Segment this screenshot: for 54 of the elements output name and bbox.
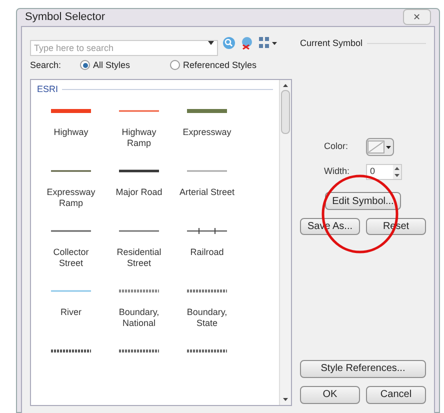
- symbol-item[interactable]: Collector Street: [37, 224, 105, 284]
- symbol-label: Boundary, National: [118, 306, 160, 328]
- radio-button[interactable]: [80, 60, 90, 70]
- close-button[interactable]: ✕: [403, 9, 431, 26]
- search-icon[interactable]: [222, 36, 236, 50]
- style-references-button[interactable]: Style References...: [300, 360, 426, 378]
- search-label: Search:: [30, 58, 62, 72]
- scroll-up-icon[interactable]: [283, 84, 288, 87]
- group-heading: ESRI: [37, 83, 58, 96]
- caret-icon: [386, 146, 391, 148]
- symbol-label: River: [59, 306, 82, 318]
- scrollbar[interactable]: [279, 80, 291, 404]
- width-label: Width:: [324, 165, 351, 178]
- symbol-item[interactable]: Highway: [37, 104, 105, 164]
- symbol-label: Residential Street: [116, 246, 162, 268]
- symbol-item[interactable]: Railroad: [173, 224, 241, 284]
- symbol-item[interactable]: Major Road: [105, 164, 173, 224]
- view-grid-icon[interactable]: [258, 36, 278, 50]
- section-heading: Current Symbol: [300, 36, 363, 50]
- color-label: Color:: [324, 140, 350, 154]
- color-picker-button[interactable]: [366, 138, 394, 156]
- search-field[interactable]: Type here to search: [30, 40, 218, 56]
- symbol-item[interactable]: Highway Ramp: [105, 104, 173, 164]
- radio-label: Referenced Styles: [183, 58, 257, 72]
- symbol-label: Boundary, State: [186, 306, 228, 328]
- spinner-icon[interactable]: [393, 165, 401, 179]
- symbol-label: Highway: [52, 126, 90, 138]
- window-title: Symbol Selector: [25, 10, 106, 25]
- symbol-label: Highway Ramp: [120, 126, 158, 148]
- symbol-item[interactable]: Residential Street: [105, 224, 173, 284]
- dialog-button[interactable]: Cancel: [366, 386, 426, 404]
- width-value: 0: [370, 165, 376, 178]
- symbol-label: Collector Street: [52, 246, 90, 268]
- scroll-down-icon[interactable]: [283, 398, 288, 400]
- radio-button[interactable]: [170, 60, 180, 70]
- edit-symbol-button[interactable]: Edit Symbol...: [325, 192, 401, 210]
- symbol-item[interactable]: Arterial Street: [173, 164, 241, 224]
- symbol-item[interactable]: Expressway: [173, 104, 241, 164]
- scroll-thumb[interactable]: [281, 90, 290, 134]
- symbol-item[interactable]: Expressway Ramp: [37, 164, 105, 224]
- dropdown-caret-icon[interactable]: [208, 40, 214, 44]
- symbol-label: Major Road: [114, 186, 164, 198]
- symbol-item[interactable]: Boundary, National: [105, 284, 173, 344]
- radio-label: All Styles: [93, 58, 130, 72]
- symbol-label: Arterial Street: [178, 186, 236, 198]
- symbol-item[interactable]: Boundary, State: [173, 284, 241, 344]
- symbol-label: Railroad: [189, 246, 225, 258]
- width-field[interactable]: 0: [366, 164, 402, 180]
- symbol-label: Expressway Ramp: [46, 186, 96, 208]
- dialog-button[interactable]: OK: [300, 386, 360, 404]
- symbol-label: Expressway: [182, 126, 232, 138]
- color-swatch-icon: [367, 140, 385, 154]
- symbol-item[interactable]: River: [37, 284, 105, 344]
- clear-search-icon[interactable]: [240, 36, 254, 50]
